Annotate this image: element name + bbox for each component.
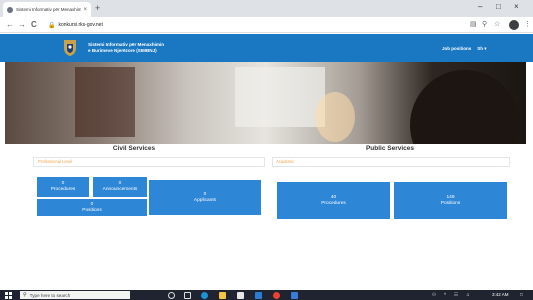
address-url: konkursi.rks-gov.net	[58, 22, 103, 28]
forward-button[interactable]: →	[18, 19, 26, 30]
tab-title: Sistemi Informativ për Menaxhim	[16, 7, 82, 12]
close-window-button[interactable]: ×	[514, 2, 519, 12]
chevron-down-icon: ▾	[484, 46, 487, 51]
windows-start-icon[interactable]	[5, 292, 12, 299]
taskbar-clock[interactable]: 3:42 AM	[492, 292, 509, 298]
tray-network-icon[interactable]: ☷	[454, 292, 458, 298]
civil-announcements-tile[interactable]: 0 Announcements	[93, 177, 147, 197]
banner-window	[235, 67, 325, 127]
menu-kebab-icon[interactable]: ⋮	[524, 19, 531, 30]
profile-avatar-icon[interactable]	[509, 20, 519, 30]
site-title[interactable]: Sistemi Informativ për Menaxhimin e Buri…	[88, 42, 164, 54]
site-header: Sistemi Informativ për Menaxhimin e Buri…	[0, 34, 533, 62]
civil-positions-tile[interactable]: 0 Positions	[37, 199, 147, 216]
task-view-icon[interactable]	[184, 292, 191, 299]
civil-positions-label: Positions	[82, 207, 102, 213]
zoom-icon[interactable]: ⚲	[482, 19, 487, 30]
civil-applicants-label: Applicants	[193, 197, 217, 203]
minimize-button[interactable]: –	[478, 2, 482, 12]
public-panel-header	[272, 157, 510, 167]
banner-shade	[75, 67, 135, 137]
edge-icon[interactable]	[201, 292, 208, 299]
bookmark-star-icon[interactable]: ☆	[494, 19, 500, 30]
lock-icon: 🔒	[48, 22, 56, 29]
address-bar[interactable]: 🔒 konkursi.rks-gov.net	[48, 19, 468, 31]
civil-services-panel: Professional Level 0 Procedures 0 Announ…	[33, 157, 265, 273]
browser-toolbar: ← → C 🔒 konkursi.rks-gov.net ▤ ⚲ ☆ ⋮	[0, 17, 533, 33]
taskbar-search-input[interactable]: ⚲ Type here to search	[20, 291, 130, 299]
mail-icon[interactable]	[255, 292, 262, 299]
search-icon: ⚲	[23, 292, 27, 298]
tray-person-icon[interactable]: ⚇	[432, 292, 436, 298]
notification-icon[interactable]: □	[520, 292, 523, 298]
civil-applicants-tile[interactable]: 0 Applicants	[149, 180, 261, 215]
banner-light	[315, 92, 355, 142]
public-positions-tile[interactable]: 149 Positions	[394, 182, 507, 219]
cortana-icon[interactable]	[168, 292, 175, 299]
taskbar-search-placeholder: Type here to search	[29, 292, 71, 298]
tab-academic[interactable]: Academic	[276, 159, 294, 164]
browser-tab-strip: Sistemi Informativ për Menaxhim × + – □ …	[0, 0, 533, 17]
civil-procedures-tile[interactable]: 0 Procedures	[37, 177, 89, 197]
tray-volume-icon[interactable]: ♫	[466, 292, 469, 298]
tab-close-icon[interactable]: ×	[83, 7, 87, 13]
public-services-title: Public Services	[365, 145, 415, 152]
civil-announcements-label: Announcements	[102, 187, 138, 192]
maximize-button[interactable]: □	[496, 2, 501, 12]
tray-chevron-up-icon[interactable]: ^	[444, 292, 446, 298]
reload-button[interactable]: C	[31, 19, 37, 30]
banner-person	[410, 70, 520, 144]
civil-services-title: Civil Services	[112, 145, 156, 152]
store-icon[interactable]	[237, 292, 244, 299]
header-nav: Job positions Sh ▾	[442, 46, 487, 52]
public-procedures-tile[interactable]: 40 Procedures	[277, 182, 390, 219]
hero-banner-image	[5, 62, 526, 144]
public-procedures-label: Procedures	[321, 200, 346, 206]
site-title-line2: e Burimeve Njerëzore (SIMBNJ)	[88, 48, 157, 53]
language-selector[interactable]: Sh ▾	[477, 46, 486, 52]
tab-professional-level[interactable]: Professional Level	[38, 159, 72, 164]
coat-of-arms-logo	[64, 40, 76, 56]
chrome-icon[interactable]	[273, 292, 280, 299]
civil-procedures-label: Procedures	[50, 187, 76, 192]
public-positions-label: Positions	[440, 200, 461, 206]
windows-taskbar: ⚲ Type here to search ⚇ ^ ☷ ♫ 3:42 AM □	[0, 290, 533, 300]
browser-tab[interactable]: Sistemi Informativ për Menaxhim ×	[3, 2, 91, 17]
language-label: Sh	[477, 46, 484, 51]
file-explorer-icon[interactable]	[219, 292, 226, 299]
new-tab-button[interactable]: +	[95, 3, 100, 13]
translate-icon[interactable]: ▤	[470, 19, 477, 30]
back-button[interactable]: ←	[6, 19, 14, 30]
public-services-panel: Academic 40 Procedures 149 Positions	[272, 157, 510, 273]
tab-favicon-icon	[7, 6, 13, 13]
job-positions-link[interactable]: Job positions	[442, 46, 471, 52]
app-icon[interactable]	[291, 292, 298, 299]
